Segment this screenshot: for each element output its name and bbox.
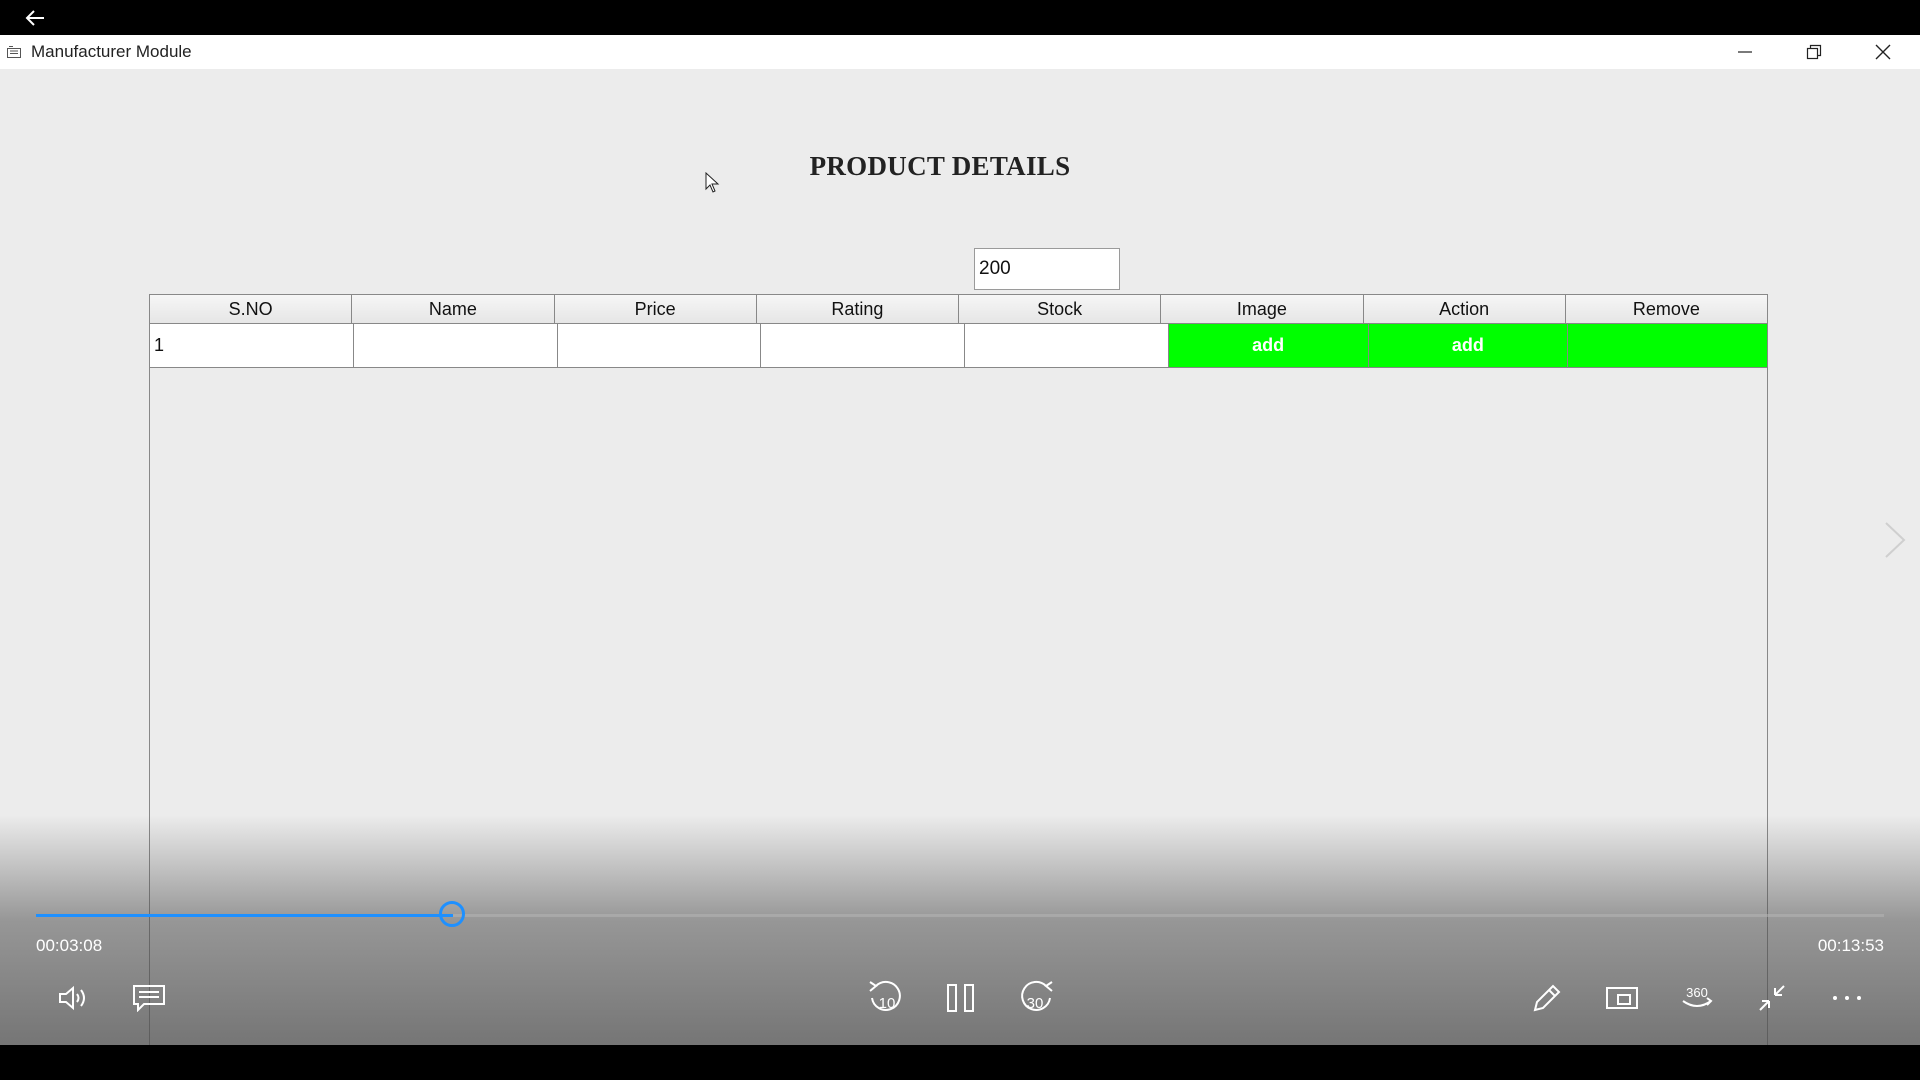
seek-thumb[interactable] bbox=[439, 901, 466, 927]
column-header-action[interactable]: Action bbox=[1363, 295, 1566, 323]
cell-price[interactable] bbox=[557, 324, 762, 367]
media-player-screen: Manufacturer Module PRODUCT DETAILS 200 … bbox=[0, 0, 1920, 1080]
add-action-button[interactable]: add bbox=[1368, 324, 1569, 367]
column-header-name[interactable]: Name bbox=[352, 295, 555, 323]
mini-view-button[interactable] bbox=[1598, 976, 1646, 1020]
column-header-sno[interactable]: S.NO bbox=[150, 295, 353, 323]
cell-rating[interactable] bbox=[761, 324, 965, 367]
app-window: Manufacturer Module PRODUCT DETAILS 200 … bbox=[0, 35, 1920, 1045]
column-header-rating[interactable]: Rating bbox=[756, 295, 959, 323]
seek-progress bbox=[36, 914, 454, 917]
subtitles-button[interactable] bbox=[125, 976, 173, 1020]
pause-icon bbox=[947, 984, 974, 1012]
subtitles-icon bbox=[133, 985, 165, 1012]
minimize-icon bbox=[1738, 51, 1752, 53]
restore-icon bbox=[1806, 44, 1822, 60]
player-bottom-bar bbox=[0, 1045, 1920, 1080]
add-image-button[interactable]: add bbox=[1168, 324, 1369, 367]
back-button[interactable] bbox=[22, 8, 48, 28]
next-chevron-icon[interactable] bbox=[1880, 515, 1910, 565]
app-icon bbox=[7, 46, 21, 58]
back-arrow-icon bbox=[25, 10, 44, 26]
elapsed-time: 00:03:08 bbox=[36, 936, 103, 955]
search-input[interactable] bbox=[974, 248, 1120, 290]
forward-30-icon: 30 bbox=[1021, 980, 1053, 1012]
rewind-10-label: 10 bbox=[879, 995, 896, 1012]
remove-button[interactable] bbox=[1568, 324, 1767, 367]
seek-bar[interactable] bbox=[36, 901, 1884, 927]
360-view-icon: 360 bbox=[1682, 985, 1713, 1007]
player-top-bar bbox=[0, 0, 1920, 35]
360-view-label: 360 bbox=[1686, 985, 1708, 1000]
rewind-10-button[interactable]: 10 bbox=[862, 976, 910, 1020]
more-icon bbox=[1833, 996, 1861, 1000]
exit-fullscreen-button[interactable] bbox=[1748, 976, 1796, 1020]
forward-30-label: 30 bbox=[1027, 995, 1044, 1012]
pen-icon bbox=[1533, 984, 1561, 1012]
close-button[interactable] bbox=[1848, 35, 1918, 69]
cell-sno[interactable]: 1 bbox=[150, 324, 354, 367]
pen-button[interactable] bbox=[1523, 976, 1571, 1020]
volume-icon bbox=[59, 985, 85, 1011]
total-time: 00:13:53 bbox=[1817, 936, 1884, 955]
pause-button[interactable] bbox=[937, 976, 985, 1020]
window-title: Manufacturer Module bbox=[31, 42, 192, 61]
more-button[interactable] bbox=[1823, 976, 1871, 1020]
cell-name[interactable] bbox=[353, 324, 558, 367]
column-header-remove[interactable]: Remove bbox=[1565, 295, 1767, 323]
360-view-button[interactable]: 360 bbox=[1673, 976, 1721, 1020]
column-header-price[interactable]: Price bbox=[554, 295, 757, 323]
exit-fullscreen-icon bbox=[1759, 985, 1785, 1011]
column-header-image[interactable]: Image bbox=[1161, 295, 1364, 323]
mouse-cursor-icon bbox=[705, 172, 720, 193]
mini-view-icon bbox=[1606, 987, 1638, 1009]
minimize-button[interactable] bbox=[1710, 35, 1780, 69]
volume-button[interactable] bbox=[50, 976, 98, 1020]
window-titlebar: Manufacturer Module bbox=[0, 35, 1920, 69]
table-row: 1 add add bbox=[150, 324, 1767, 368]
close-icon bbox=[1875, 44, 1891, 60]
page-title: PRODUCT DETAILS bbox=[809, 151, 1071, 181]
forward-30-button[interactable]: 30 bbox=[1012, 976, 1060, 1020]
rewind-10-icon: 10 bbox=[869, 980, 901, 1012]
restore-button[interactable] bbox=[1779, 35, 1849, 69]
column-header-stock[interactable]: Stock bbox=[959, 295, 1162, 323]
cell-stock[interactable] bbox=[965, 324, 1169, 367]
table-header: S.NO Name Price Rating Stock Image Actio… bbox=[150, 294, 1767, 324]
